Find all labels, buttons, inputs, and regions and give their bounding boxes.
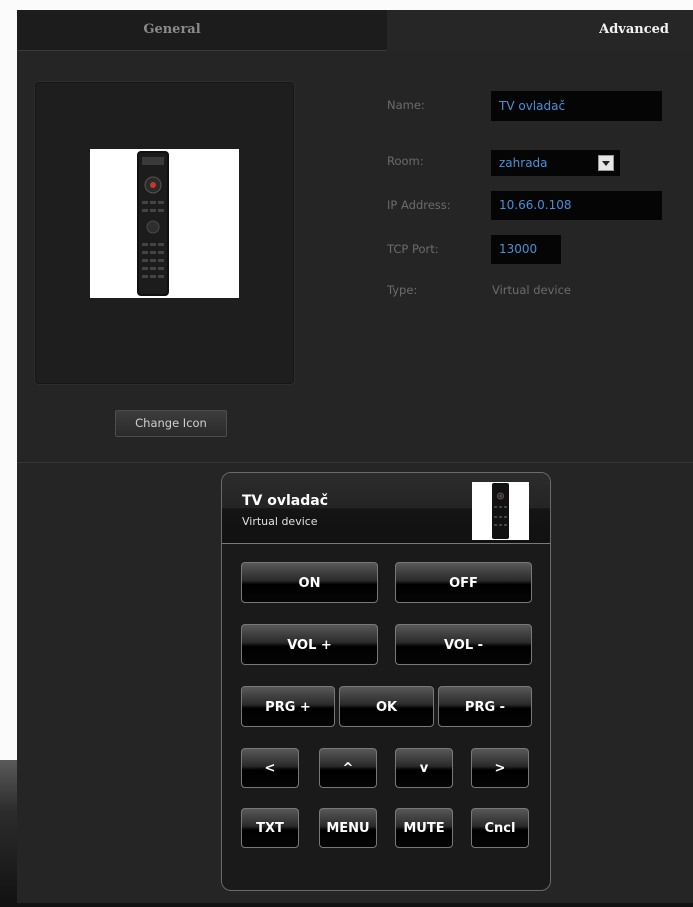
mute-button[interactable]: MUTE bbox=[395, 808, 453, 848]
ip-address-field[interactable]: 10.66.0.108 bbox=[491, 191, 662, 220]
program-down-button[interactable]: PRG - bbox=[438, 686, 532, 727]
change-icon-button[interactable]: Change Icon bbox=[115, 410, 227, 437]
left-arrow-button[interactable]: < bbox=[241, 748, 299, 788]
device-settings-panel: General Advanced Change Icon Name: TV ov… bbox=[17, 10, 693, 903]
device-icon-panel bbox=[35, 82, 294, 384]
tab-general[interactable]: General bbox=[17, 10, 387, 51]
volume-down-button[interactable]: VOL - bbox=[395, 624, 532, 665]
down-arrow-button[interactable]: v bbox=[395, 748, 453, 788]
ip-address-label: IP Address: bbox=[387, 198, 451, 212]
program-up-button[interactable]: PRG + bbox=[241, 686, 335, 727]
name-label: Name: bbox=[387, 98, 425, 112]
type-label: Type: bbox=[387, 283, 418, 297]
tab-advanced[interactable]: Advanced bbox=[387, 10, 693, 50]
tcp-port-label: TCP Port: bbox=[387, 242, 439, 256]
tab-advanced-label: Advanced bbox=[599, 22, 669, 37]
cancel-button[interactable]: Cncl bbox=[471, 808, 529, 848]
up-arrow-button[interactable]: ^ bbox=[319, 748, 377, 788]
chevron-down-icon[interactable] bbox=[598, 155, 614, 171]
room-select[interactable]: zahrada bbox=[491, 150, 620, 176]
remote-preview: TV ovladač Virtual device ON OFF VOL + V… bbox=[221, 472, 551, 891]
remote-control-image bbox=[90, 149, 239, 298]
remote-thumbnail bbox=[472, 482, 529, 540]
menu-button[interactable]: MENU bbox=[319, 808, 377, 848]
volume-up-button[interactable]: VOL + bbox=[241, 624, 378, 665]
text-button[interactable]: TXT bbox=[241, 808, 299, 848]
section-divider bbox=[17, 462, 693, 463]
room-label: Room: bbox=[387, 154, 424, 168]
tab-general-label: General bbox=[143, 22, 201, 37]
right-arrow-button[interactable]: > bbox=[471, 748, 529, 788]
ok-button[interactable]: OK bbox=[339, 686, 434, 727]
tcp-port-field[interactable]: 13000 bbox=[491, 235, 561, 264]
off-button[interactable]: OFF bbox=[395, 562, 532, 603]
type-value: Virtual device bbox=[492, 283, 572, 297]
on-button[interactable]: ON bbox=[241, 562, 378, 603]
remote-subtitle: Virtual device bbox=[242, 515, 318, 528]
remote-title: TV ovladač bbox=[242, 493, 329, 509]
name-field[interactable]: TV ovladač bbox=[491, 91, 662, 121]
room-select-value: zahrada bbox=[499, 156, 548, 170]
remote-header: TV ovladač Virtual device bbox=[222, 473, 550, 544]
